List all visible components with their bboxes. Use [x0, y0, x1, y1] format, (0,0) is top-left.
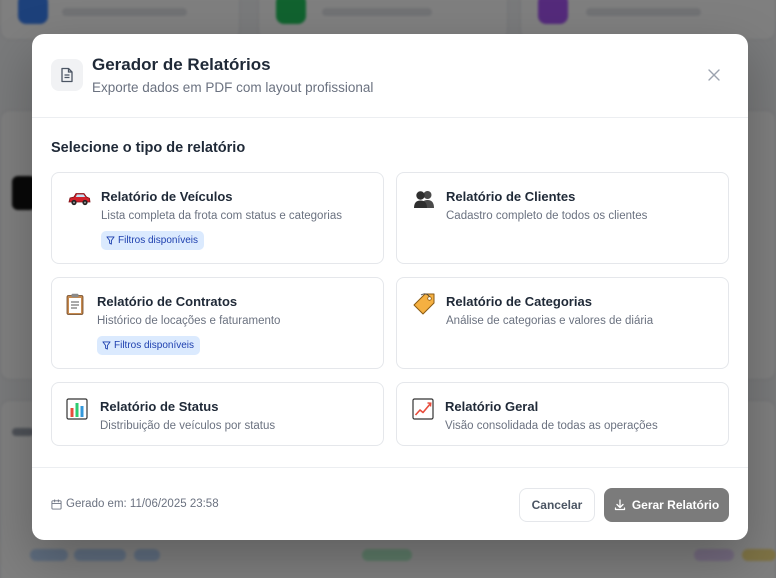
report-card-categories[interactable]: Relatório de Categorias Análise de categ… [396, 277, 729, 369]
report-card-general[interactable]: Relatório Geral Visão consolidada de tod… [396, 382, 729, 446]
report-card-title: Relatório Geral [445, 399, 539, 414]
close-icon[interactable] [706, 67, 722, 83]
report-card-description: Distribuição de veículos por status [100, 420, 276, 432]
tag-icon [411, 292, 437, 316]
filters-badge: Filtros disponíveis [101, 231, 205, 250]
modal-header: Gerador de Relatórios Exporte dados em P… [32, 34, 748, 118]
modal-footer: Gerado em: 11/06/2025 23:58 Cancelar Ger… [32, 467, 748, 540]
filters-badge-label: Filtros disponíveis [114, 340, 195, 351]
filter-icon [106, 236, 115, 245]
report-generator-modal: Gerador de Relatórios Exporte dados em P… [32, 34, 748, 540]
report-card-title: Relatório de Clientes [446, 189, 576, 204]
report-card-description: Histórico de locações e faturamento [97, 315, 281, 327]
modal-subtitle: Exporte dados em PDF com layout profissi… [92, 80, 374, 95]
people-icon [411, 187, 437, 211]
bar-chart-icon [64, 397, 90, 421]
report-card-vehicles[interactable]: Relatório de Veículos Lista completa da … [51, 172, 384, 264]
generated-date-label: Gerado em: 11/06/2025 23:58 [66, 498, 219, 510]
report-card-description: Visão consolidada de todas as operações [445, 420, 658, 432]
report-card-title: Relatório de Contratos [97, 294, 238, 309]
calendar-icon [51, 498, 62, 510]
line-chart-icon [410, 397, 436, 421]
report-card-title: Relatório de Categorias [446, 294, 592, 309]
cancel-button[interactable]: Cancelar [519, 488, 595, 522]
report-card-description: Análise de categorias e valores de diári… [446, 315, 654, 327]
filters-badge-label: Filtros disponíveis [118, 235, 199, 246]
report-card-description: Cadastro completo de todos os clientes [446, 210, 648, 222]
report-card-title: Relatório de Veículos [101, 189, 233, 204]
generate-report-label: Gerar Relatório [631, 498, 720, 512]
section-title: Selecione o tipo de relatório [51, 140, 246, 156]
generated-date: Gerado em: 11/06/2025 23:58 [51, 498, 219, 510]
clipboard-icon [62, 292, 88, 316]
report-card-status[interactable]: Relatório de Status Distribuição de veíc… [51, 382, 384, 446]
filter-icon [102, 341, 111, 350]
report-card-clients[interactable]: Relatório de Clientes Cadastro completo … [396, 172, 729, 264]
generate-report-button[interactable]: Gerar Relatório [604, 488, 729, 522]
car-icon [66, 187, 92, 211]
document-icon [51, 59, 83, 91]
report-card-title: Relatório de Status [100, 399, 219, 414]
modal-title: Gerador de Relatórios [92, 55, 271, 74]
report-card-description: Lista completa da frota com status e cat… [101, 210, 342, 222]
filters-badge: Filtros disponíveis [97, 336, 201, 355]
download-icon [614, 499, 625, 511]
report-card-contracts[interactable]: Relatório de Contratos Histórico de loca… [51, 277, 384, 369]
